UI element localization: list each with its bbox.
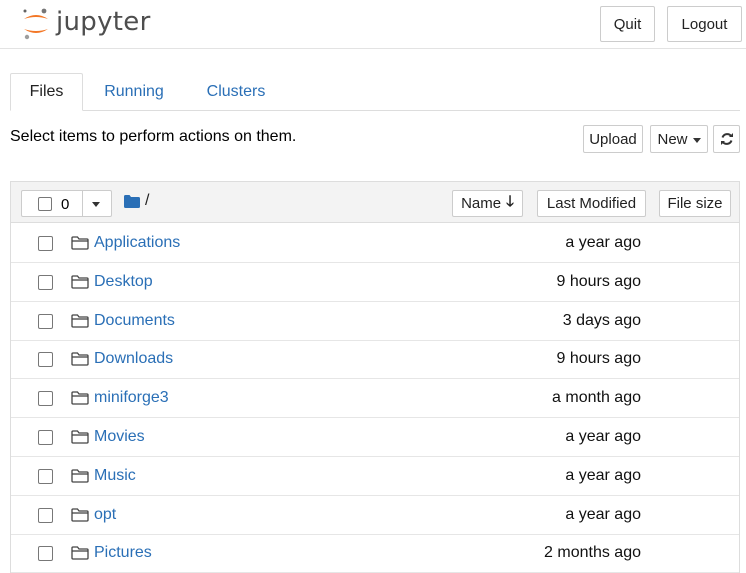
file-name-link[interactable]: Music bbox=[94, 467, 136, 485]
upload-button[interactable]: Upload bbox=[583, 125, 643, 153]
jupyter-logo[interactable]: jupyter bbox=[22, 6, 151, 42]
logout-button[interactable]: Logout bbox=[667, 6, 742, 42]
file-modified: a year ago bbox=[565, 234, 641, 251]
tab-bar: Files Running Clusters bbox=[10, 73, 740, 111]
sort-by-modified-button[interactable]: Last Modified bbox=[537, 190, 646, 217]
tab-running[interactable]: Running bbox=[94, 73, 174, 111]
folder-icon bbox=[71, 352, 89, 370]
file-modified: a year ago bbox=[565, 466, 641, 484]
row-checkbox[interactable] bbox=[38, 352, 53, 368]
file-row[interactable]: Applications a year ago bbox=[11, 224, 739, 263]
row-checkbox[interactable] bbox=[38, 468, 53, 484]
file-modified: a month ago bbox=[552, 389, 641, 407]
file-row[interactable]: miniforge3 a month ago bbox=[11, 379, 739, 419]
row-checkbox[interactable] bbox=[38, 391, 53, 407]
row-checkbox[interactable] bbox=[38, 546, 53, 562]
row-checkbox[interactable] bbox=[38, 274, 53, 290]
select-all-dropdown[interactable]: 0 bbox=[21, 190, 112, 217]
file-name-link[interactable]: Desktop bbox=[94, 273, 153, 291]
caret-down-icon[interactable] bbox=[92, 202, 100, 207]
file-name-link[interactable]: Applications bbox=[94, 234, 180, 252]
file-name-link[interactable]: Documents bbox=[94, 312, 175, 330]
header-bar: jupyter Quit Logout bbox=[0, 0, 746, 49]
file-row[interactable]: Documents 3 days ago bbox=[11, 302, 739, 341]
arrow-down-icon: 🡓 bbox=[506, 192, 514, 210]
folder-icon bbox=[71, 430, 89, 448]
file-row[interactable]: Movies a year ago bbox=[11, 418, 739, 457]
file-name-link[interactable]: Pictures bbox=[94, 544, 152, 562]
file-name-link[interactable]: opt bbox=[94, 506, 116, 524]
folder-icon bbox=[71, 507, 89, 526]
folder-icon bbox=[71, 275, 89, 293]
file-name-link[interactable]: Movies bbox=[94, 428, 145, 446]
folder-icon bbox=[71, 236, 89, 254]
file-row[interactable]: Pictures 2 months ago bbox=[11, 534, 739, 573]
folder-icon[interactable] bbox=[124, 195, 140, 208]
folder-icon bbox=[71, 391, 89, 409]
logo-text: jupyter bbox=[56, 7, 151, 37]
file-modified: 3 days ago bbox=[562, 311, 641, 329]
sort-by-size-button[interactable]: File size bbox=[659, 190, 731, 217]
file-name-link[interactable]: Downloads bbox=[94, 350, 173, 368]
tab-clusters[interactable]: Clusters bbox=[196, 73, 276, 111]
sort-name-label: Name bbox=[461, 195, 502, 212]
file-row[interactable]: Music a year ago bbox=[11, 457, 739, 496]
file-modified: 9 hours ago bbox=[556, 272, 641, 290]
file-list-header: 0 / Name 🡓 Last Modified File size bbox=[11, 182, 739, 223]
folder-icon bbox=[71, 313, 89, 332]
file-modified: 9 hours ago bbox=[556, 350, 641, 368]
file-modified: a year ago bbox=[565, 428, 641, 445]
selected-count: 0 bbox=[61, 196, 70, 213]
jupyter-logo-icon bbox=[23, 8, 48, 40]
refresh-icon bbox=[720, 133, 733, 145]
tab-files[interactable]: Files bbox=[10, 73, 83, 111]
file-modified: 2 months ago bbox=[544, 544, 641, 562]
file-list-panel: 0 / Name 🡓 Last Modified File size Appli… bbox=[10, 181, 740, 573]
new-dropdown-button[interactable]: New bbox=[650, 125, 708, 153]
row-checkbox[interactable] bbox=[38, 507, 53, 523]
caret-down-icon bbox=[692, 137, 701, 143]
row-checkbox[interactable] bbox=[38, 313, 53, 329]
file-row[interactable]: opt a year ago bbox=[11, 496, 739, 535]
select-all-checkbox[interactable] bbox=[38, 197, 52, 211]
file-modified: a year ago bbox=[565, 505, 641, 523]
breadcrumb[interactable]: / bbox=[145, 192, 149, 210]
row-checkbox[interactable] bbox=[38, 236, 53, 251]
new-label: New bbox=[657, 130, 688, 148]
refresh-button[interactable] bbox=[713, 125, 740, 153]
sort-by-name-button[interactable]: Name 🡓 bbox=[452, 190, 523, 217]
folder-icon bbox=[71, 546, 89, 564]
file-name-link[interactable]: miniforge3 bbox=[94, 389, 169, 407]
file-row[interactable]: Downloads 9 hours ago bbox=[11, 340, 739, 380]
row-checkbox[interactable] bbox=[38, 430, 53, 445]
folder-icon bbox=[71, 469, 89, 487]
quit-button[interactable]: Quit bbox=[600, 6, 655, 42]
divider bbox=[82, 191, 83, 216]
selection-hint: Select items to perform actions on them. bbox=[10, 128, 297, 145]
file-row[interactable]: Desktop 9 hours ago bbox=[11, 263, 739, 302]
